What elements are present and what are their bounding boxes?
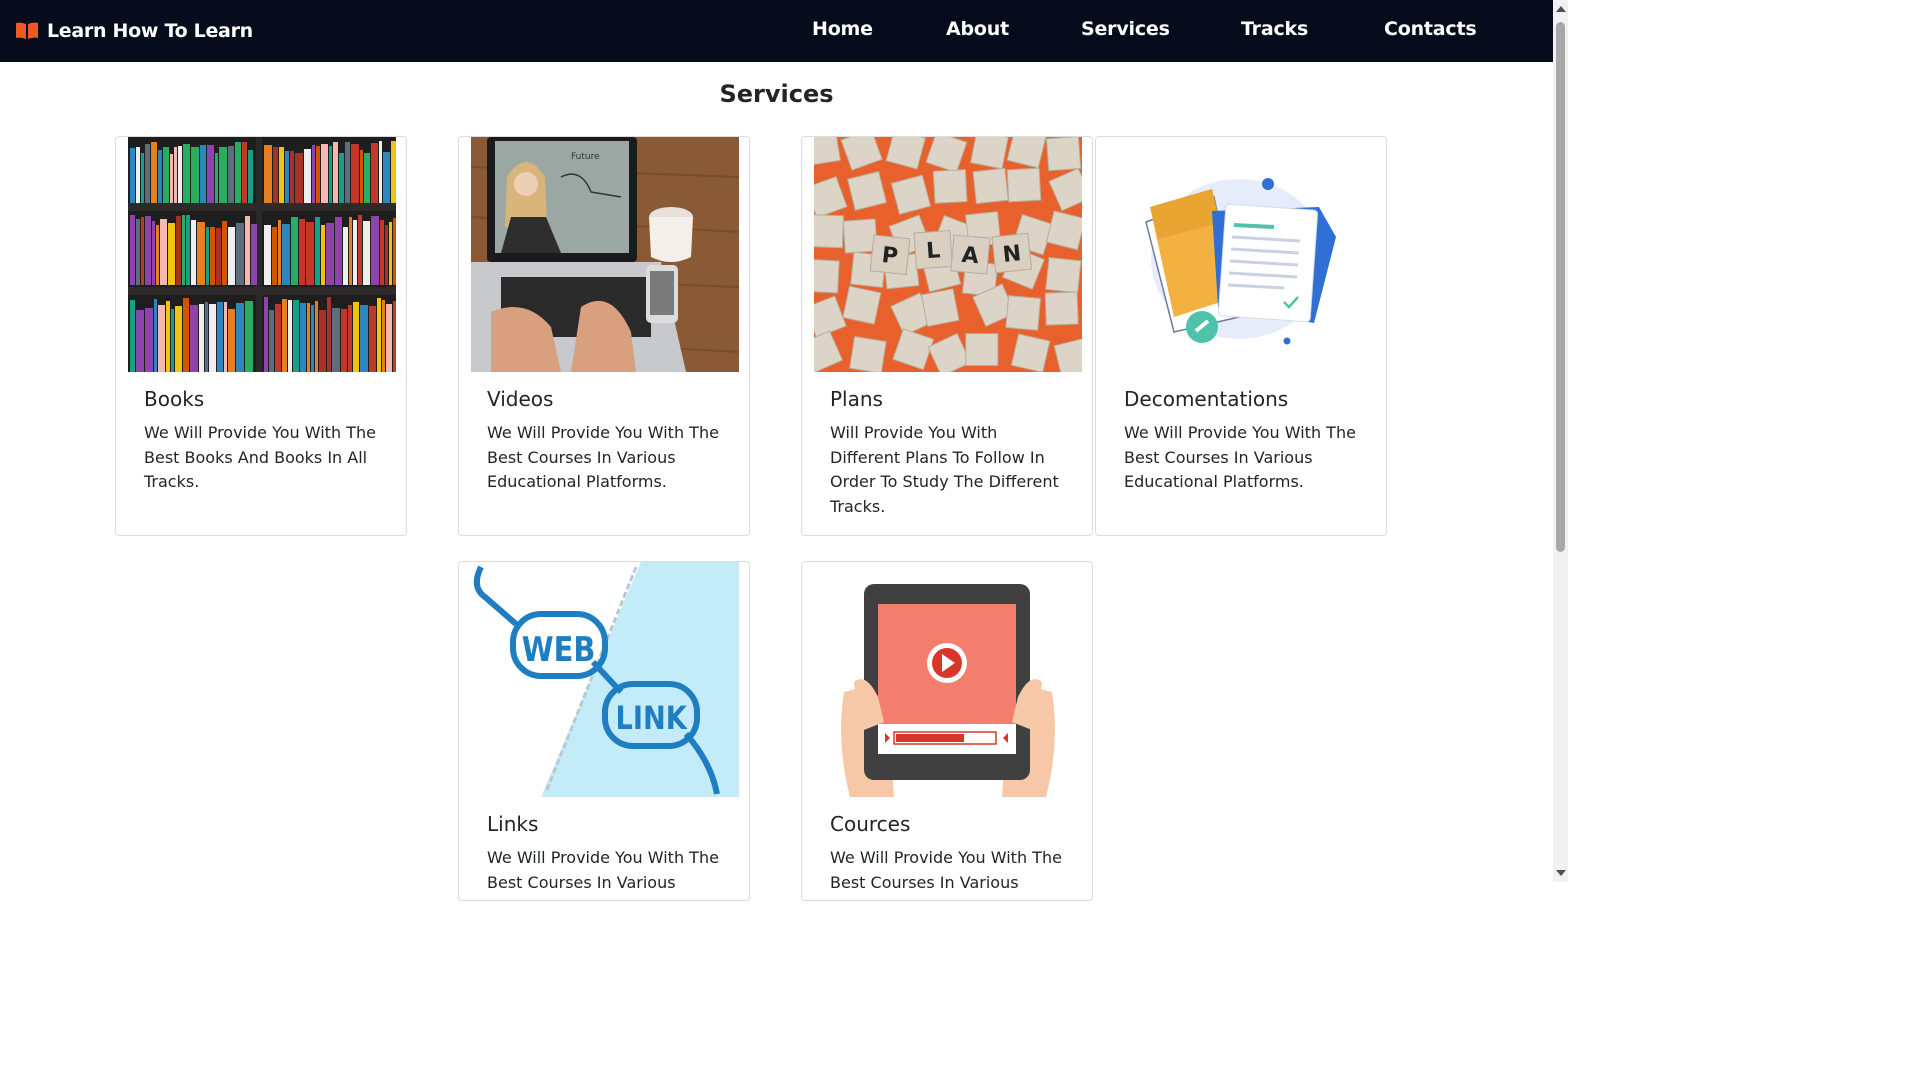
- plan-tile-letter: L: [925, 238, 941, 264]
- nav-link-contacts[interactable]: Contacts: [1384, 18, 1477, 40]
- plan-tile-letter: A: [961, 243, 980, 269]
- laptop-video-image: Future: [471, 137, 739, 372]
- card-title: Cources: [830, 812, 911, 836]
- card-text: We Will Provide You With The Best Books …: [144, 423, 376, 491]
- service-card-videos[interactable]: Future Videos We Will Provide You With T…: [458, 136, 750, 536]
- bookshelf-image: [128, 137, 396, 372]
- service-card-books[interactable]: Books We Will Provide You With The Best …: [115, 136, 407, 536]
- scroll-down-arrow-icon[interactable]: [1556, 870, 1566, 876]
- scroll-up-arrow-icon[interactable]: [1556, 6, 1566, 12]
- tablet-video-illustration: [814, 562, 1082, 797]
- plan-tiles-image: P L A N: [814, 137, 1082, 372]
- card-text: Will Provide You With Different Plans To…: [830, 423, 1059, 516]
- card-text: We Will Provide You With The Best Course…: [487, 423, 719, 491]
- plan-tile-letter: N: [1001, 241, 1022, 268]
- nav-link-tracks[interactable]: Tracks: [1241, 18, 1308, 40]
- scrollbar-thumb[interactable]: [1556, 22, 1565, 552]
- card-title: Links: [487, 812, 539, 836]
- plan-tile-letter: P: [881, 243, 900, 270]
- page-scrollbar[interactable]: [1553, 0, 1568, 882]
- link-word: LINK: [616, 700, 688, 738]
- service-card-documentations[interactable]: Decomentations We Will Provide You With …: [1095, 136, 1387, 536]
- nav-link-about[interactable]: About: [946, 18, 1009, 40]
- service-card-courses[interactable]: Cources We Will Provide You With The Bes…: [801, 561, 1093, 901]
- page-title: Services: [719, 80, 834, 108]
- nav-link-services[interactable]: Services: [1081, 18, 1170, 40]
- documents-illustration: [1124, 137, 1360, 372]
- top-navbar: Learn How To Learn Home About Services T…: [0, 0, 1553, 62]
- card-title: Books: [144, 387, 205, 411]
- card-text: We Will Provide You With The Best Course…: [830, 848, 1062, 900]
- nav-link-home[interactable]: Home: [812, 18, 873, 40]
- link-word: WEB: [522, 631, 596, 670]
- card-title: Plans: [830, 387, 883, 411]
- card-title: Decomentations: [1124, 387, 1289, 411]
- main-nav: Home About Services Tracks Contacts: [0, 0, 1553, 62]
- card-title: Videos: [487, 387, 554, 411]
- service-card-plans[interactable]: P L A N Plans Will Provide You With Diff…: [801, 136, 1093, 536]
- web-link-image: WEB LINK: [471, 562, 739, 797]
- service-card-links[interactable]: WEB LINK Links We Will Provide You With …: [458, 561, 750, 901]
- svg-text:Future: Future: [571, 152, 600, 162]
- card-text: We Will Provide You With The Best Course…: [1124, 423, 1356, 491]
- card-text: We Will Provide You With The Best Course…: [487, 848, 719, 900]
